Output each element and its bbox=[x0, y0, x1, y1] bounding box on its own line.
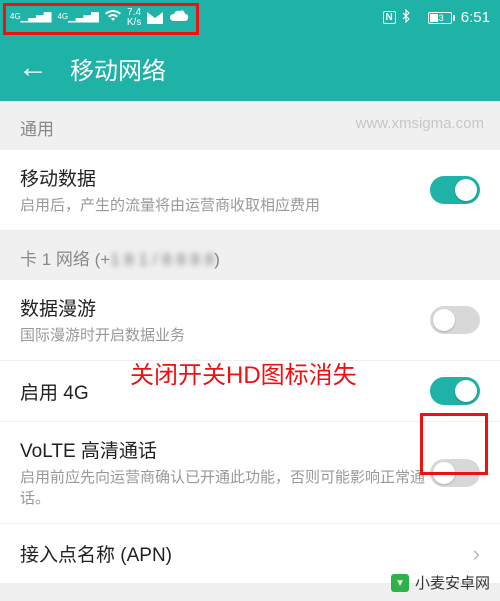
mobile-data-sub: 启用后，产生的流量将由运营商收取相应费用 bbox=[20, 195, 430, 216]
row-volte[interactable]: VoLTE 高清通话 启用前应先向运营商确认已开通此功能，否则可能影响正常通话。 bbox=[0, 422, 500, 524]
roaming-sub: 国际漫游时开启数据业务 bbox=[20, 325, 430, 346]
row-mobile-data[interactable]: 移动数据 启用后，产生的流量将由运营商收取相应费用 bbox=[0, 150, 500, 231]
mobile-data-toggle[interactable] bbox=[430, 176, 480, 204]
back-icon[interactable]: ← bbox=[18, 53, 48, 83]
signal-1-icon: 4G▁▃▅▇ bbox=[10, 12, 51, 23]
status-bar: 4G▁▃▅▇ 4G▁▃▅▇ 7.4K/s N 43 6:51 bbox=[0, 0, 500, 35]
volte-toggle[interactable] bbox=[430, 459, 480, 487]
row-enable-4g[interactable]: 启用 4G bbox=[0, 361, 500, 422]
bluetooth-icon bbox=[402, 9, 411, 26]
logo-icon: ▾ bbox=[391, 574, 409, 592]
mail-icon bbox=[147, 12, 163, 24]
watermark-url: www.xmsigma.com bbox=[356, 115, 484, 132]
signal-2-icon: 4G▁▃▅▇ bbox=[57, 12, 98, 23]
section-sim1: 卡 1 网络 (+1 8 1 / 8 8 8 8) bbox=[0, 231, 500, 280]
weather-icon bbox=[169, 9, 189, 26]
roaming-title: 数据漫游 bbox=[20, 294, 430, 321]
chevron-right-icon: › bbox=[473, 541, 480, 567]
mobile-data-title: 移动数据 bbox=[20, 164, 430, 191]
watermark-brand: ▾ 小麦安卓网 bbox=[391, 572, 490, 593]
clock: 6:51 bbox=[461, 9, 490, 26]
net-speed: 7.4K/s bbox=[127, 8, 141, 28]
page-title: 移动网络 bbox=[70, 51, 166, 86]
app-header: ← 移动网络 bbox=[0, 35, 500, 101]
enable-4g-toggle[interactable] bbox=[430, 377, 480, 405]
status-left: 4G▁▃▅▇ 4G▁▃▅▇ 7.4K/s bbox=[10, 8, 189, 28]
volte-title: VoLTE 高清通话 bbox=[20, 436, 430, 463]
battery-icon: 43 bbox=[417, 12, 455, 24]
apn-title: 接入点名称 (APN) bbox=[20, 540, 172, 567]
wifi-icon bbox=[105, 10, 121, 25]
roaming-toggle[interactable] bbox=[430, 306, 480, 334]
volte-sub: 启用前应先向运营商确认已开通此功能，否则可能影响正常通话。 bbox=[20, 467, 430, 509]
row-roaming[interactable]: 数据漫游 国际漫游时开启数据业务 bbox=[0, 280, 500, 361]
enable-4g-title: 启用 4G bbox=[20, 378, 89, 405]
nfc-icon: N bbox=[383, 11, 396, 24]
status-right: N 43 6:51 bbox=[383, 9, 490, 26]
